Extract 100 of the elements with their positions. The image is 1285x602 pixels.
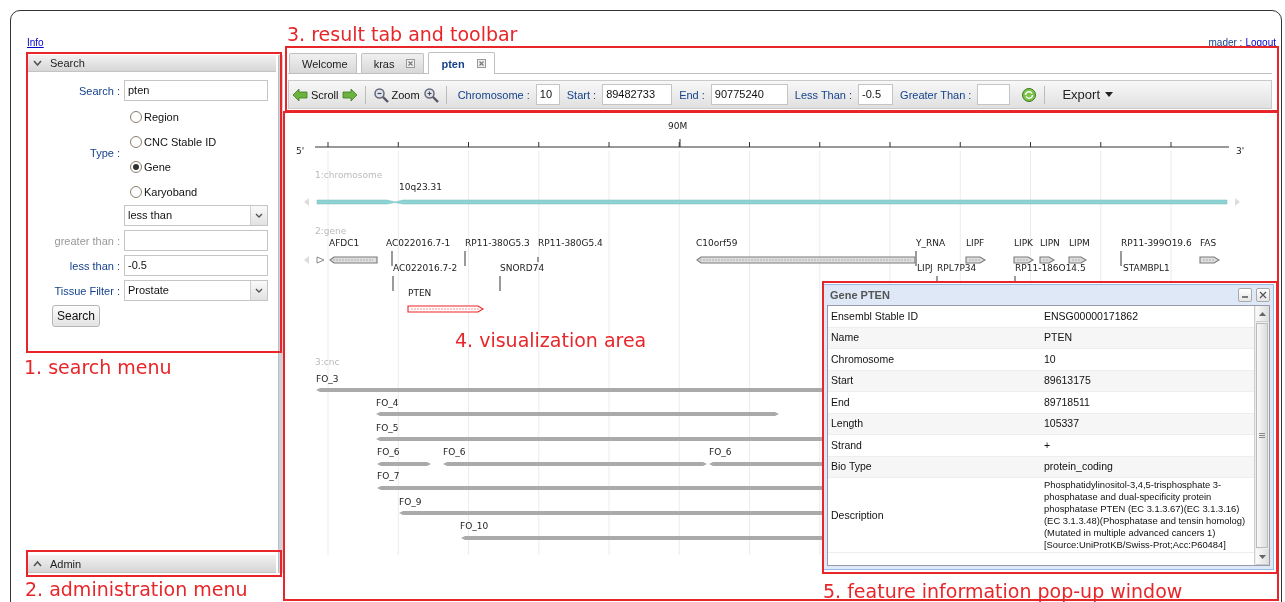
comparison-dropdown[interactable]: less than bbox=[124, 205, 268, 226]
gene-feature[interactable]: LIPN bbox=[1039, 238, 1060, 264]
arrow-up-icon[interactable] bbox=[1258, 311, 1266, 316]
gene-label: RPL7P34 bbox=[937, 263, 977, 273]
tab[interactable]: Welcome bbox=[289, 53, 357, 73]
gene-feature[interactable]: C10orf59 bbox=[696, 238, 916, 264]
field-label: less than : bbox=[68, 259, 121, 272]
input-field[interactable]: 89482733 bbox=[602, 84, 673, 105]
gene-glyph[interactable] bbox=[329, 256, 378, 264]
cnc-label: FO_9 bbox=[399, 497, 422, 507]
splitter-handle[interactable] bbox=[277, 55, 283, 573]
user-name: mader : bbox=[1208, 37, 1243, 49]
gene-feature[interactable]: LIPK bbox=[1013, 238, 1035, 264]
gene-glyph[interactable] bbox=[1039, 256, 1056, 264]
property-value: 89613175 bbox=[1043, 373, 1092, 389]
info-link[interactable]: Info bbox=[27, 37, 44, 49]
gene-feature[interactable]: LIPM bbox=[1068, 238, 1090, 264]
scrollbar[interactable] bbox=[1254, 306, 1269, 565]
panel-header[interactable]: Search bbox=[27, 55, 276, 72]
gene-label: AFDC1 bbox=[329, 238, 360, 248]
radio-button[interactable] bbox=[130, 111, 142, 123]
gene-label: SNORD74 bbox=[500, 263, 545, 273]
input-field[interactable]: -0.5 bbox=[124, 255, 268, 276]
gene-label: RP11-186O14.5 bbox=[1015, 263, 1086, 273]
input-field[interactable]: 10 bbox=[535, 84, 560, 105]
chevron-up-icon[interactable] bbox=[33, 560, 42, 567]
radio-button[interactable] bbox=[130, 161, 142, 173]
cnc-label: FO_10 bbox=[460, 521, 489, 531]
callout-label: 5. feature information pop-up window bbox=[823, 580, 1183, 602]
property-value: ENSG00000171862 bbox=[1043, 308, 1139, 324]
cnc-label: FO_7 bbox=[377, 471, 400, 481]
gene-label: LIPF bbox=[966, 238, 985, 248]
zoom-out-icon[interactable] bbox=[372, 86, 389, 103]
arrow-right-icon bbox=[316, 256, 325, 264]
panel-title: Search bbox=[50, 57, 85, 69]
gene-label: PTEN bbox=[408, 288, 432, 298]
property-name: Strand bbox=[830, 437, 863, 453]
property-name: Length bbox=[830, 416, 865, 432]
arrow-down-icon[interactable] bbox=[1258, 554, 1266, 559]
input-field[interactable] bbox=[977, 84, 1011, 105]
gene-label: FAS bbox=[1200, 238, 1217, 248]
gene-label: Y_RNA bbox=[916, 238, 946, 248]
cnc-label: FO_6 bbox=[443, 447, 466, 457]
close-icon[interactable] bbox=[476, 59, 486, 68]
gene-feature[interactable]: RP11-186O14.5 bbox=[1014, 263, 1086, 281]
cnc-label: FO_6 bbox=[377, 447, 400, 457]
gene-label: AC022016.7-1 bbox=[386, 238, 451, 248]
gene-label: STAMBPL1 bbox=[1123, 263, 1170, 273]
search-button[interactable]: Search bbox=[52, 305, 101, 327]
property-value: + bbox=[1043, 437, 1052, 453]
popup-title: Gene PTEN bbox=[829, 289, 891, 301]
panel-header[interactable]: Admin bbox=[27, 555, 276, 573]
gene-glyph[interactable] bbox=[1068, 256, 1088, 264]
logout-link[interactable]: Logout bbox=[1245, 37, 1276, 49]
property-value: 10 bbox=[1043, 351, 1057, 367]
property-value: 89718511 bbox=[1043, 394, 1091, 410]
chevron-down-icon[interactable] bbox=[33, 59, 42, 67]
property-name: Name bbox=[830, 330, 860, 346]
export-button[interactable]: Export bbox=[1056, 84, 1119, 105]
gene-feature[interactable]: LIPJ bbox=[917, 263, 938, 281]
gene-glyph[interactable] bbox=[407, 305, 485, 313]
radio-label: CNC Stable ID bbox=[144, 136, 217, 148]
gene-feature[interactable]: PTEN bbox=[407, 288, 485, 313]
property-name: End bbox=[830, 394, 851, 410]
field-label: Less Than : bbox=[794, 88, 853, 101]
gene-glyph[interactable] bbox=[1013, 256, 1035, 264]
refresh-icon[interactable] bbox=[1021, 86, 1038, 103]
radio-label: Gene bbox=[144, 161, 171, 173]
gene-feature[interactable]: SNORD74 bbox=[499, 263, 545, 291]
input-field[interactable]: 90775240 bbox=[710, 84, 788, 105]
tab[interactable]: kras bbox=[360, 53, 425, 73]
field-label: Start : bbox=[566, 88, 597, 101]
track-title: 2:gene bbox=[315, 226, 347, 236]
property-value: PTEN bbox=[1043, 330, 1073, 346]
close-icon[interactable] bbox=[406, 59, 416, 68]
gene-feature[interactable]: LIPF bbox=[965, 238, 987, 264]
input-field[interactable]: -0.5 bbox=[858, 84, 894, 105]
gene-label: C10orf59 bbox=[696, 238, 738, 248]
gene-glyph[interactable] bbox=[1199, 256, 1221, 264]
property-value: Phosphatidylinositol-3,4,5-trisphosphate 3-phosphatase and dual-specificity protein phosphatase PTEN (EC 3.1.3.67)(EC 3.1.3.16)(EC 3.1.3.48)(Phosphatase and tensin homolog)(Mutated in multiple advanced cancers 1) [Source:UniProtKB/Swiss-Prot;Acc:P60484] bbox=[1043, 478, 1247, 552]
gene-feature[interactable]: RP11-380G5.4 bbox=[537, 238, 603, 262]
radio-button[interactable] bbox=[130, 136, 142, 148]
arrow-left-icon[interactable] bbox=[292, 86, 308, 103]
property-value: protein_coding bbox=[1043, 459, 1114, 475]
track-title: 3:cnc bbox=[315, 357, 340, 367]
arrow-right-icon[interactable] bbox=[341, 86, 358, 103]
gene-label: AC022016.7-2 bbox=[393, 263, 458, 273]
gene-glyph[interactable] bbox=[965, 256, 987, 264]
radio-button[interactable] bbox=[130, 186, 142, 198]
zoom-in-icon[interactable] bbox=[422, 86, 439, 103]
band-label: 10q23.31 bbox=[399, 182, 442, 192]
tissue-dropdown[interactable]: Prostate bbox=[124, 280, 268, 301]
gene-feature[interactable]: AFDC1 bbox=[329, 238, 378, 264]
gene-feature[interactable]: FAS bbox=[1199, 238, 1221, 264]
tab[interactable]: pten bbox=[428, 52, 495, 74]
gene-label: RP11-380G5.3 bbox=[465, 238, 530, 248]
tick-label: 90M bbox=[668, 121, 688, 131]
property-name: Start bbox=[830, 373, 855, 389]
caret-icon bbox=[255, 288, 263, 293]
search-field[interactable]: pten bbox=[124, 80, 268, 101]
